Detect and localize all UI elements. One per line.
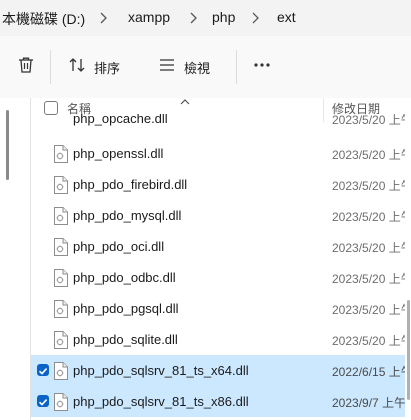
dll-file-icon <box>53 237 69 262</box>
file-name: php_opcache.dll <box>73 114 168 126</box>
navigation-scrollbar[interactable] <box>6 110 9 180</box>
table-row[interactable]: php_pdo_sqlsrv_81_ts_x86.dll 2023/9/7 上午 <box>31 386 406 417</box>
command-bar: 排序 檢視 <box>0 36 411 99</box>
file-date: 2023/5/20 上午 <box>332 241 411 255</box>
row-checkbox[interactable] <box>37 302 49 314</box>
chevron-up-icon <box>179 94 191 112</box>
sort-label: 排序 <box>94 60 121 76</box>
file-name: php_pdo_sqlsrv_81_ts_x86.dll <box>73 394 249 409</box>
dll-file-icon <box>53 361 69 386</box>
list-view-icon <box>158 56 176 79</box>
table-row[interactable]: php_pdo_sqlite.dll 2023/5/20 上午 <box>31 324 411 355</box>
dll-file-icon <box>53 206 69 231</box>
dll-file-icon <box>53 299 69 324</box>
select-all-checkbox[interactable] <box>44 101 58 115</box>
row-checkbox[interactable] <box>37 271 49 283</box>
delete-button[interactable] <box>16 54 36 80</box>
file-date: 2022/6/15 上午 <box>332 365 411 379</box>
file-name: php_pdo_sqlsrv_81_ts_x64.dll <box>73 363 249 378</box>
chevron-right-icon <box>96 10 110 26</box>
breadcrumb-item-xampp[interactable]: xampp <box>128 9 170 25</box>
breadcrumb: 本機磁碟 (D:) xampp php ext <box>0 0 411 36</box>
breadcrumb-item-drive[interactable]: 本機磁碟 (D:) <box>2 9 85 29</box>
file-name: php_pdo_firebird.dll <box>73 177 188 192</box>
file-name: php_pdo_pgsql.dll <box>73 301 179 316</box>
file-date: 2023/5/20 上午 <box>332 179 411 193</box>
more-dots-icon <box>252 55 272 80</box>
dll-file-icon <box>53 330 69 355</box>
file-date: 2023/5/20 上午 <box>332 303 411 317</box>
row-checkbox[interactable] <box>37 333 49 345</box>
row-checkbox[interactable] <box>37 209 49 221</box>
navigation-pane[interactable] <box>0 98 30 420</box>
list-item[interactable]: php_opcache.dll 2023/5/20 上午 <box>31 114 405 134</box>
dll-file-icon <box>53 144 69 169</box>
file-date: 2023/5/20 上午 <box>332 114 405 127</box>
view-button[interactable]: 檢視 <box>158 54 210 80</box>
table-row[interactable]: php_pdo_firebird.dll 2023/5/20 上午 <box>31 169 411 200</box>
table-row[interactable]: php_pdo_odbc.dll 2023/5/20 上午 <box>31 262 411 293</box>
row-checkbox[interactable] <box>37 147 49 159</box>
file-date: 2023/5/20 上午 <box>332 148 411 162</box>
sort-button[interactable]: 排序 <box>68 54 120 80</box>
scrollbar-thumb[interactable] <box>407 300 410 400</box>
breadcrumb-item-ext[interactable]: ext <box>277 9 296 25</box>
breadcrumb-item-php[interactable]: php <box>212 9 235 25</box>
file-name: php_pdo_odbc.dll <box>73 270 176 285</box>
file-name: php_pdo_oci.dll <box>73 239 165 254</box>
file-name: php_openssl.dll <box>73 146 164 161</box>
file-name: php_pdo_sqlite.dll <box>73 332 178 347</box>
view-label: 檢視 <box>184 60 211 76</box>
chevron-right-icon <box>186 10 200 26</box>
dll-file-icon <box>53 392 69 417</box>
more-options-button[interactable] <box>252 54 272 80</box>
table-row[interactable]: php_pdo_pgsql.dll 2023/5/20 上午 <box>31 293 411 324</box>
file-date: 2023/5/20 上午 <box>332 272 411 286</box>
sort-arrows-icon <box>68 56 86 79</box>
toolbar-divider <box>50 50 51 84</box>
file-date: 2023/5/20 上午 <box>332 334 411 348</box>
row-checkbox[interactable] <box>37 364 49 376</box>
file-date: 2023/9/7 上午 <box>332 396 407 410</box>
dll-file-icon <box>53 175 69 200</box>
row-checkbox[interactable] <box>37 240 49 252</box>
row-checkbox[interactable] <box>37 395 49 407</box>
file-date: 2023/5/20 上午 <box>332 210 411 224</box>
chevron-right-icon <box>248 10 262 26</box>
table-row[interactable]: php_openssl.dll 2023/5/20 上午 <box>31 138 411 169</box>
dll-file-icon <box>53 268 69 293</box>
trash-icon <box>16 55 36 80</box>
file-name: php_pdo_mysql.dll <box>73 208 182 223</box>
table-row[interactable]: php_pdo_mysql.dll 2023/5/20 上午 <box>31 200 411 231</box>
toolbar-divider <box>236 50 237 84</box>
table-row[interactable]: php_pdo_sqlsrv_81_ts_x64.dll 2022/6/15 上午 <box>31 355 411 386</box>
row-checkbox[interactable] <box>37 178 49 190</box>
table-row[interactable]: php_pdo_oci.dll 2023/5/20 上午 <box>31 231 411 262</box>
